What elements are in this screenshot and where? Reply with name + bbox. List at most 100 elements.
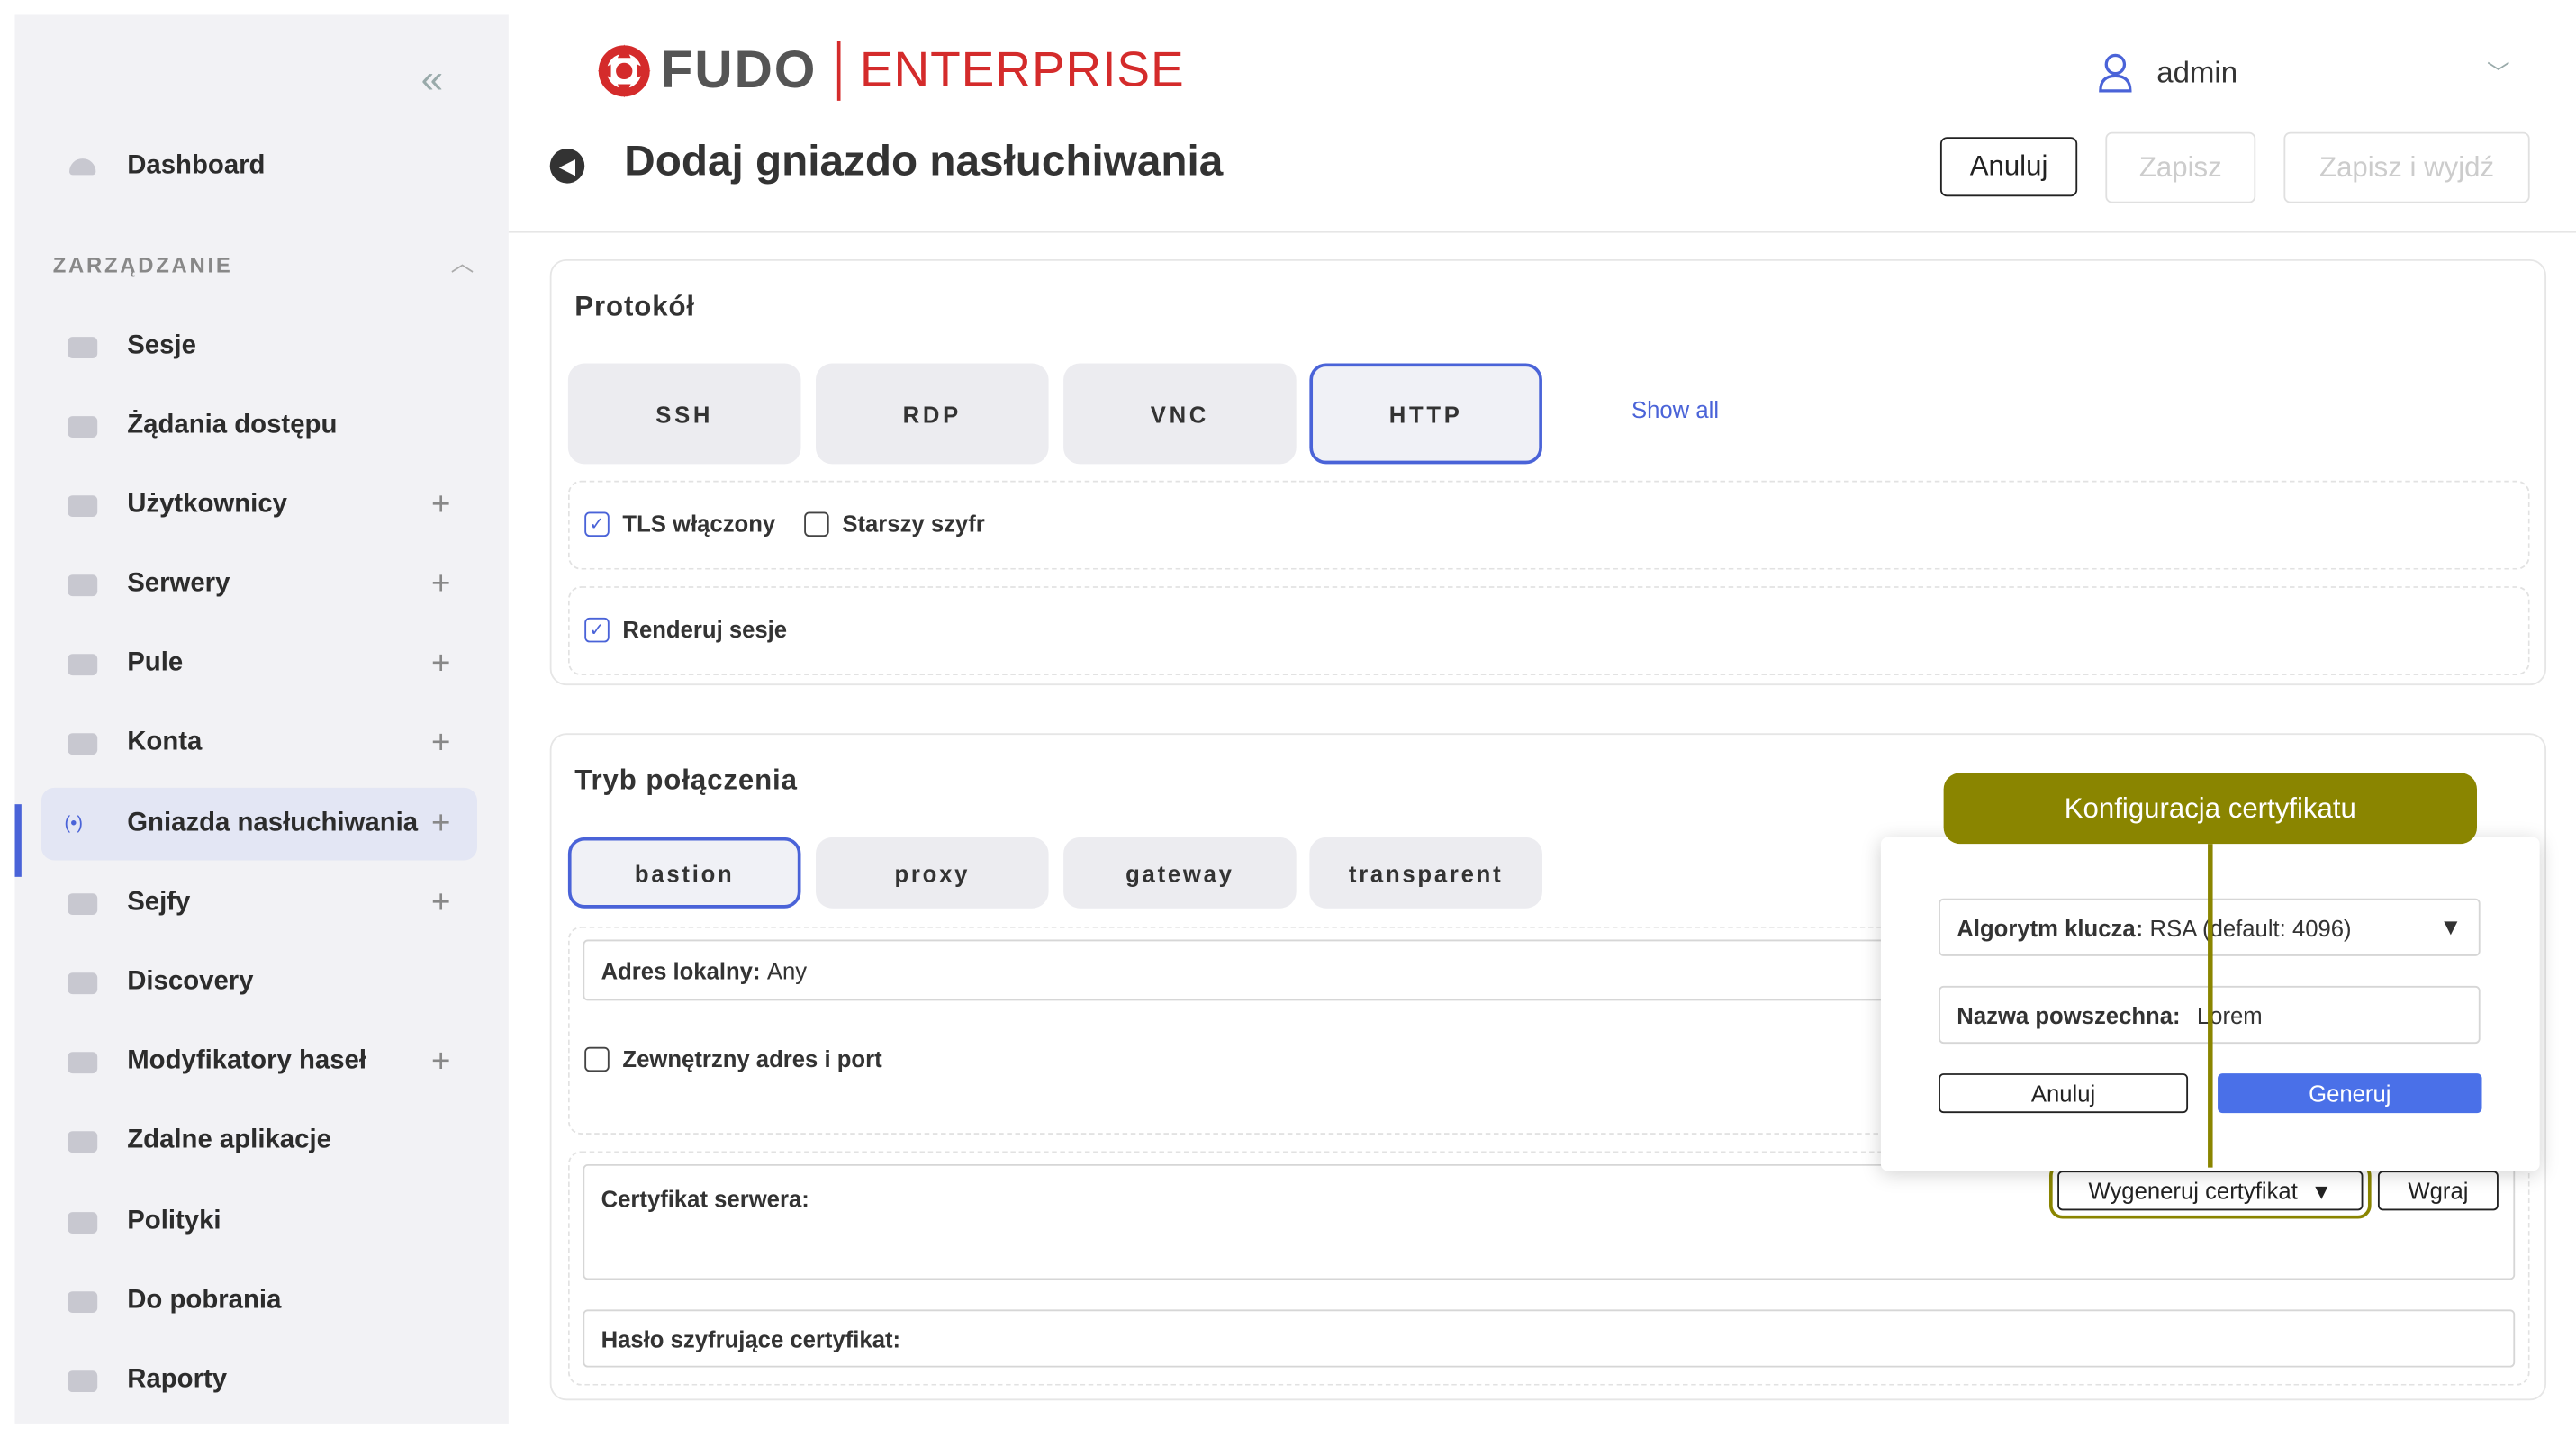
sidebar-item-label: Serwery (127, 569, 230, 598)
common-name-value: Lorem (2196, 1001, 2263, 1028)
sidebar-item-sessions[interactable]: Sesje (41, 311, 477, 384)
app-window: « Dashboard ZARZĄDZANIE ︿ Sesje Żądania d… (0, 0, 2576, 1438)
add-icon[interactable]: + (424, 805, 457, 843)
users-icon (65, 491, 101, 520)
render-sessions-checkbox[interactable]: ✓ Renderuj sesje (584, 616, 787, 642)
sidebar-item-label: Polityki (127, 1207, 221, 1235)
popup-generate-button[interactable]: Generuj (2218, 1073, 2482, 1114)
show-all-link[interactable]: Show all (1631, 396, 1719, 422)
sidebar-item-label: Użytkownicy (127, 490, 287, 519)
sidebar-item-password-changers[interactable]: Modyfikatory haseł + (41, 1026, 477, 1099)
protocol-title: Protokół (574, 290, 696, 322)
accounts-icon (65, 728, 101, 758)
user-menu[interactable]: admin ﹀ (2097, 53, 2510, 93)
sidebar-item-access-requests[interactable]: Żądania dostępu (41, 390, 477, 463)
tab-proxy[interactable]: proxy (815, 837, 1049, 909)
sidebar-item-pools[interactable]: Pule + (41, 628, 477, 701)
tab-http[interactable]: HTTP (1309, 363, 1542, 465)
generate-certificate-button[interactable]: Wygeneruj certyfikat ▼ (2057, 1171, 2364, 1211)
chevron-down-icon: ▼ (2310, 1178, 2333, 1204)
upload-button[interactable]: Wgraj (2377, 1171, 2499, 1211)
sidebar-item-dashboard[interactable]: Dashboard (41, 131, 477, 203)
sidebar-item-accounts[interactable]: Konta + (41, 707, 477, 780)
local-address-value: Any (766, 956, 808, 984)
save-button[interactable]: Zapisz (2105, 131, 2256, 203)
policies-icon (65, 1207, 101, 1237)
certificate-config-tooltip: Konfiguracja certyfikatu (1943, 773, 2477, 845)
sidebar-item-remote-apps[interactable]: Zdalne aplikacje (41, 1105, 477, 1178)
checkmark-icon: ✓ (584, 511, 610, 537)
sidebar-item-policies[interactable]: Polityki (41, 1186, 477, 1259)
highlight-connector (2208, 844, 2213, 1168)
render-group (567, 586, 2530, 676)
generate-label: Wygeneruj certyfikat (2088, 1177, 2298, 1204)
collapse-sidebar-icon[interactable]: « (421, 60, 457, 101)
add-icon[interactable]: + (424, 724, 457, 762)
legacy-label: Starszy szyfr (842, 510, 985, 538)
external-label: Zewnętrzny adres i port (622, 1045, 882, 1072)
user-icon (2099, 53, 2132, 93)
local-address-label: Adres lokalny: (601, 956, 761, 984)
add-icon[interactable]: + (424, 645, 457, 683)
external-address-checkbox[interactable]: Zewnętrzny adres i port (584, 1045, 882, 1072)
logo: FUDO ENTERPRISE (594, 40, 1184, 101)
add-icon[interactable]: + (424, 884, 457, 922)
tab-rdp[interactable]: RDP (815, 363, 1049, 465)
tab-vnc[interactable]: VNC (1063, 363, 1297, 465)
sidebar-item-label: Sesje (127, 331, 196, 360)
tls-checkbox[interactable]: ✓ TLS włączony (584, 511, 775, 537)
sidebar-item-downloads[interactable]: Do pobrania (41, 1265, 477, 1338)
sidebar-item-discovery[interactable]: Discovery (41, 946, 477, 1019)
save-exit-button[interactable]: Zapisz i wyjdź (2283, 131, 2530, 203)
sidebar-item-users[interactable]: Użytkownicy + (41, 469, 477, 542)
sidebar-item-reports[interactable]: Raporty (41, 1344, 477, 1417)
chevron-down-icon: ▼ (2439, 913, 2463, 940)
sidebar-item-listeners[interactable]: (•) Gniazda nasłuchiwania + (41, 787, 478, 861)
checkbox-empty-icon (804, 511, 829, 537)
add-icon[interactable]: + (424, 486, 457, 524)
add-icon[interactable]: + (424, 1043, 457, 1081)
sidebar-item-label: Gniazda nasłuchiwania (127, 809, 419, 837)
popup-cancel-button[interactable]: Anuluj (1939, 1073, 2189, 1114)
page-title: Dodaj gniazdo nasłuchiwania (624, 135, 1224, 185)
section-title: ZARZĄDZANIE (52, 252, 233, 278)
password-changers-icon (65, 1047, 101, 1077)
sidebar-item-servers[interactable]: Serwery + (41, 548, 477, 621)
sidebar-item-label: Dashboard (127, 151, 266, 180)
algorithm-value: RSA (default: 4096) (2149, 914, 2352, 941)
sidebar-item-safes[interactable]: Sejfy + (41, 867, 477, 940)
logo-divider (836, 40, 840, 100)
chevron-up-icon[interactable]: ︿ (451, 246, 475, 279)
algorithm-label: Algorytm klucza: (1957, 914, 2144, 941)
dashboard-icon (65, 152, 101, 182)
cancel-button[interactable]: Anuluj (1939, 137, 2078, 197)
pools-icon (65, 649, 101, 679)
listeners-icon: (•) (64, 813, 84, 834)
header-divider (508, 231, 2576, 233)
add-icon[interactable]: + (424, 565, 457, 603)
common-name-label: Nazwa powszechna: (1957, 1001, 2181, 1028)
sidebar-item-label: Pule (127, 648, 184, 677)
sidebar: « Dashboard ZARZĄDZANIE ︿ Sesje Żądania d… (14, 14, 509, 1424)
tab-ssh[interactable]: SSH (567, 363, 801, 465)
back-icon[interactable]: ◀ (549, 149, 585, 184)
access-requests-icon (65, 412, 101, 441)
logo-edition: ENTERPRISE (859, 41, 1185, 97)
certificate-password-label: Hasło szyfrujące certyfikat: (601, 1325, 901, 1352)
tab-gateway[interactable]: gateway (1063, 837, 1297, 909)
checkbox-empty-icon (584, 1045, 610, 1072)
sidebar-item-label: Żądania dostępu (127, 411, 338, 439)
safes-icon (65, 889, 101, 918)
certificate-label: Certyfikat serwera: (601, 1185, 809, 1213)
tab-bastion[interactable]: bastion (567, 837, 801, 909)
protocol-panel: Protokół SSH RDP VNC HTTP Show all ✓ TLS … (549, 258, 2547, 686)
sidebar-item-label: Konta (127, 728, 203, 756)
certificate-password-field[interactable]: Hasło szyfrujące certyfikat: (583, 1309, 2516, 1368)
fudo-logo-icon (597, 43, 651, 97)
sidebar-item-label: Zdalne aplikacje (127, 1126, 331, 1154)
sidebar-item-label: Modyfikatory haseł (127, 1046, 367, 1075)
tab-transparent[interactable]: transparent (1309, 837, 1542, 909)
discovery-icon (65, 968, 101, 998)
chevron-down-icon[interactable]: ﹀ (2487, 56, 2510, 89)
legacy-cipher-checkbox[interactable]: Starszy szyfr (804, 511, 985, 537)
